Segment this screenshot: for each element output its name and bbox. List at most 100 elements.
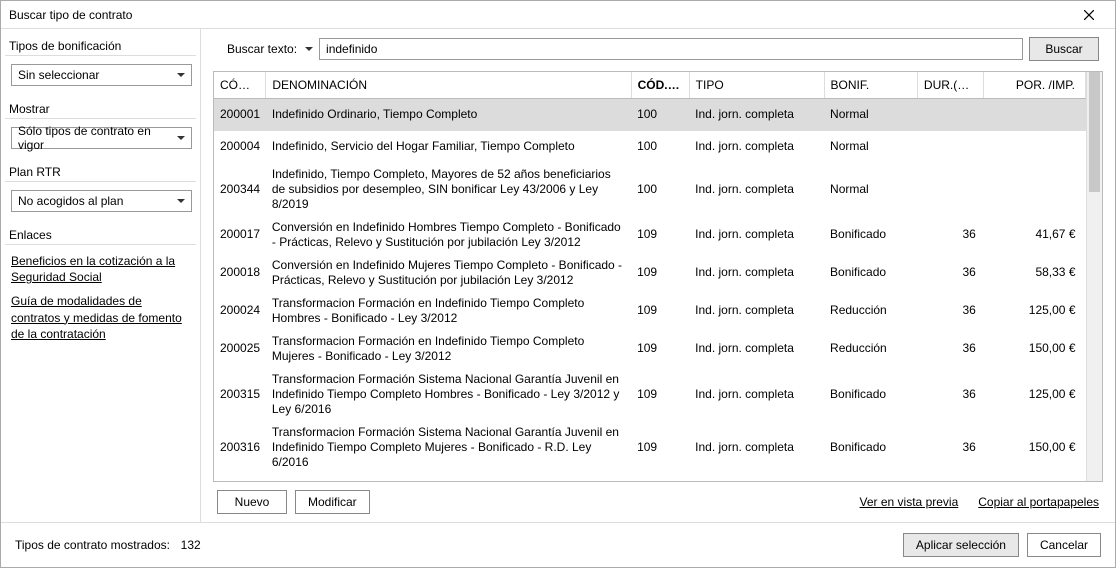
cell-imp: 150,00 € <box>984 421 1086 474</box>
cell-dur <box>917 163 983 216</box>
search-input[interactable] <box>319 38 1023 60</box>
mostrar-select[interactable]: Sólo tipos de contrato en vigor <box>11 127 192 149</box>
cell-bonif: Normal <box>824 131 917 163</box>
table-header-row: CÓDI... DENOMINACIÓN CÓD.O... TIPO BONIF… <box>214 72 1086 99</box>
status-text: Tipos de contrato mostrados: 132 <box>15 538 895 552</box>
cell-imp <box>984 163 1086 216</box>
bonificacion-value: Sin seleccionar <box>18 68 99 82</box>
table-row[interactable]: 200344Indefinido, Tiempo Completo, Mayor… <box>214 163 1086 216</box>
cell-codo: 109 <box>631 368 689 421</box>
col-codigo-o[interactable]: CÓD.O... <box>631 72 689 99</box>
cell-tipo: Ind. jorn. completa <box>689 421 824 474</box>
cell-den: Conversión en Indefinido Hombres Tiempo … <box>266 216 631 254</box>
search-row: Buscar texto: Buscar <box>213 37 1103 61</box>
cell-codi: 200344 <box>214 163 266 216</box>
cell-codi: 200315 <box>214 368 266 421</box>
cell-codo: 109 <box>631 421 689 474</box>
col-imp[interactable]: POR. /IMP. <box>984 72 1086 99</box>
cell-dur: 36 <box>917 292 983 330</box>
cell-codi: 200018 <box>214 254 266 292</box>
table-row[interactable]: 200004Indefinido, Servicio del Hogar Fam… <box>214 131 1086 163</box>
cell-den: Conversión en Indefinido Mujeres Tiempo … <box>266 254 631 292</box>
table-row[interactable]: 200315Transformacion Formación Sistema N… <box>214 368 1086 421</box>
cell-den: Transformacion Formación en Indefinido T… <box>266 292 631 330</box>
cell-bonif: Normal <box>824 99 917 131</box>
cell-bonif: Bonificado <box>824 216 917 254</box>
ver-vista-previa-link[interactable]: Ver en vista previa <box>860 495 959 509</box>
content-area: Tipos de bonificación Sin seleccionar Mo… <box>1 29 1115 522</box>
titlebar: Buscar tipo de contrato <box>1 1 1115 29</box>
cell-imp <box>984 131 1086 163</box>
results-table-wrap: CÓDI... DENOMINACIÓN CÓD.O... TIPO BONIF… <box>213 71 1103 482</box>
cell-dur: 36 <box>917 330 983 368</box>
search-label: Buscar texto: <box>227 42 297 56</box>
dialog-window: Buscar tipo de contrato Tipos de bonific… <box>0 0 1116 568</box>
cell-bonif: Bonificado <box>824 368 917 421</box>
cell-codi: 200001 <box>214 99 266 131</box>
cell-den: Transformacion Formación Sistema Naciona… <box>266 368 631 421</box>
cell-tipo: Ind. jorn. completa <box>689 163 824 216</box>
cell-codo: 100 <box>631 131 689 163</box>
table-row[interactable]: 200025Transformacion Formación en Indefi… <box>214 330 1086 368</box>
cancelar-button[interactable]: Cancelar <box>1027 533 1101 557</box>
cell-codo: 100 <box>631 163 689 216</box>
search-label-wrap[interactable]: Buscar texto: <box>217 42 313 56</box>
cell-codo: 100 <box>631 99 689 131</box>
cell-den: Transformacion Formación en Indefinido T… <box>266 330 631 368</box>
section-plan-head: Plan RTR <box>5 161 196 182</box>
table-row[interactable]: 200024Transformacion Formación en Indefi… <box>214 292 1086 330</box>
cell-tipo: Ind. jorn. completa <box>689 131 824 163</box>
col-denominacion[interactable]: DENOMINACIÓN <box>266 72 631 99</box>
cell-den: Indefinido, Tiempo Completo, Mayores de … <box>266 163 631 216</box>
footer-bar: Tipos de contrato mostrados: 132 Aplicar… <box>1 522 1115 567</box>
vertical-scrollbar[interactable] <box>1086 72 1102 481</box>
modificar-button[interactable]: Modificar <box>295 490 370 514</box>
cell-dur: 36 <box>917 368 983 421</box>
cell-codo: 109 <box>631 216 689 254</box>
cell-codi: 200025 <box>214 330 266 368</box>
plan-select[interactable]: No acogidos al plan <box>11 190 192 212</box>
table-footer: Nuevo Modificar Ver en vista previa Copi… <box>213 482 1103 522</box>
nuevo-button[interactable]: Nuevo <box>217 490 287 514</box>
cell-tipo: Ind. jorn. completa <box>689 216 824 254</box>
col-bonif[interactable]: BONIF. <box>824 72 917 99</box>
cell-imp: 150,00 € <box>984 330 1086 368</box>
table-row[interactable]: 200316Transformacion Formación Sistema N… <box>214 421 1086 474</box>
aplicar-seleccion-button[interactable]: Aplicar selección <box>903 533 1019 557</box>
cell-bonif: Reducción <box>824 292 917 330</box>
status-count: 132 <box>181 538 201 552</box>
link-guia[interactable]: Guía de modalidades de contratos y medid… <box>11 293 190 342</box>
cell-imp: 58,33 € <box>984 254 1086 292</box>
cell-dur <box>917 99 983 131</box>
cell-codo: 109 <box>631 254 689 292</box>
cell-codi: 200004 <box>214 131 266 163</box>
table-row[interactable]: 200017Conversión en Indefinido Hombres T… <box>214 216 1086 254</box>
col-codigo[interactable]: CÓDI... <box>214 72 266 99</box>
cell-codo: 109 <box>631 330 689 368</box>
cell-den: Transformacion Formación Sistema Naciona… <box>266 421 631 474</box>
links-group: Beneficios en la cotización a la Segurid… <box>5 251 196 344</box>
col-dur[interactable]: DUR.(M... <box>917 72 983 99</box>
plan-value: No acogidos al plan <box>18 194 123 208</box>
cell-codi: 200316 <box>214 421 266 474</box>
scrollbar-thumb[interactable] <box>1089 72 1100 192</box>
cell-imp: 41,67 € <box>984 216 1086 254</box>
section-mostrar-head: Mostrar <box>5 98 196 119</box>
col-tipo[interactable]: TIPO <box>689 72 824 99</box>
search-button[interactable]: Buscar <box>1029 37 1099 61</box>
table-row[interactable]: 200001Indefinido Ordinario, Tiempo Compl… <box>214 99 1086 131</box>
cell-dur: 36 <box>917 254 983 292</box>
section-bonificacion-head: Tipos de bonificación <box>5 35 196 56</box>
bonificacion-select[interactable]: Sin seleccionar <box>11 64 192 86</box>
table-row[interactable]: 200018Conversión en Indefinido Mujeres T… <box>214 254 1086 292</box>
cell-tipo: Ind. jorn. completa <box>689 254 824 292</box>
window-title: Buscar tipo de contrato <box>9 8 1069 22</box>
section-enlaces-head: Enlaces <box>5 224 196 245</box>
link-beneficios[interactable]: Beneficios en la cotización a la Segurid… <box>11 253 190 285</box>
copiar-portapapeles-link[interactable]: Copiar al portapapeles <box>978 495 1099 509</box>
cell-codi: 200017 <box>214 216 266 254</box>
cell-bonif: Bonificado <box>824 254 917 292</box>
close-icon <box>1084 10 1094 20</box>
close-button[interactable] <box>1069 2 1109 28</box>
mostrar-value: Sólo tipos de contrato en vigor <box>18 124 169 152</box>
